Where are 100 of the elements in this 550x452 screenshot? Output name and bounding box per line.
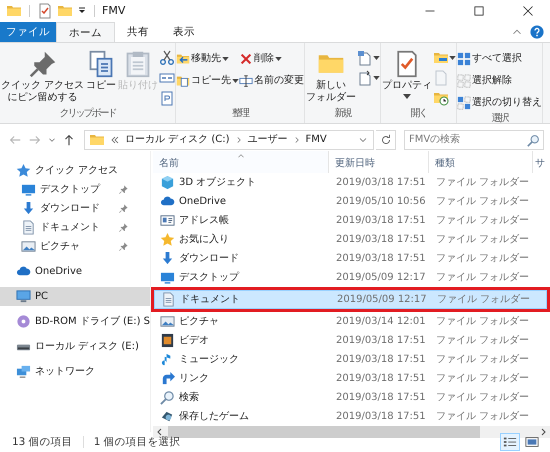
search-field[interactable]: FMVの検索 [404,130,544,150]
file-type: ファイル フォルダー [435,315,530,329]
column-header[interactable]: 名前 [153,151,329,173]
file-row[interactable]: 3D オブジェクト 2019/03/18 17:51 ファイル フォルダー [153,173,550,192]
ribbon-button[interactable]: クイック アクセス にピン留めする [0,48,86,106]
desktop-icon [160,270,175,285]
ribbon-tab[interactable]: 共有 [115,22,161,42]
file-row[interactable]: ビデオ 2019/03/18 17:51 ファイル フォルダー [153,331,550,350]
maximize-icon [472,5,484,17]
file-row[interactable]: ミュージック 2019/03/18 17:51 ファイル フォルダー [153,350,550,369]
ribbon-icon-button[interactable] [357,68,380,87]
ribbon-button[interactable]: 名前の変更 [239,70,304,91]
file-row[interactable]: ピクチャ 2019/03/14 12:01 ファイル フォルダー [153,312,550,331]
ribbon-button[interactable]: 移動先 [176,48,240,69]
group-label: 選択 [492,113,508,126]
nav-item[interactable]: ピクチャ [0,237,111,256]
copy-icon [87,50,116,78]
computer-icon [16,289,31,304]
file-row[interactable]: ダウンロード 2019/03/18 17:51 ファイル フォルダー [153,249,550,268]
modified-date: 2019/05/09 12:17 [336,293,428,307]
file-type: ファイル フォルダー [435,214,530,228]
file-name: ピクチャ [154,314,330,329]
column-header[interactable]: サ [533,151,547,173]
file-type: ファイル フォルダー [435,372,530,386]
ribbon-button[interactable]: すべて選択 [457,48,542,69]
ribbon-tab[interactable]: ホーム [56,22,115,43]
modified-date: 2019/03/14 12:01 [335,315,427,329]
file-type: ファイル フォルダー [435,252,530,266]
ribbon-button[interactable]: プロパティ [381,48,434,101]
ribbon-button[interactable]: 選択の切り替え [457,92,542,113]
download-icon [160,251,175,266]
contact-card-icon [160,213,175,228]
file-row[interactable]: OneDrive 2019/05/10 10:56 ファイル フォルダー [153,192,550,211]
dropdown-caret-icon [275,56,282,60]
nav-item[interactable]: ネットワーク [0,362,150,381]
close-icon [522,5,534,17]
ribbon-button[interactable]: 新しい フォルダー [305,48,358,106]
nav-item[interactable]: クイック アクセス [0,161,150,180]
download-icon [21,201,36,216]
column-header[interactable]: 更新日時 [329,151,429,173]
ribbon-button[interactable]: 削除 [239,48,304,69]
nav-item[interactable]: PC [0,287,150,306]
nav-item[interactable]: ローカル ディスク (E:) [0,337,150,356]
file-row[interactable]: ドキュメント 2019/05/09 12:17 ファイル フォルダー [154,290,547,309]
file-row[interactable]: デスクトップ 2019/05/09 12:17 ファイル フォルダー [153,268,550,287]
ribbon-icon-button[interactable] [159,48,176,67]
file-type: ファイル フォルダー [435,410,530,424]
address-bar[interactable]: ローカル ディスク (C:) ユーザー FMV [84,130,374,150]
file-row[interactable]: アドレス帳 2019/03/18 17:51 ファイル フォルダー [153,211,550,230]
breadcrumb[interactable]: ユーザー [248,134,288,146]
pin-icon [118,203,129,214]
ribbon-tab[interactable]: 表示 [161,22,207,42]
file-row[interactable]: お気に入り 2019/03/18 17:51 ファイル フォルダー [153,230,550,249]
folder-icon [6,3,22,19]
file-row[interactable]: 保存したゲーム 2019/03/18 17:51 ファイル フォルダー [153,407,550,426]
file-name: ダウンロード [154,251,330,266]
file-row[interactable]: リンク 2019/03/18 17:51 ファイル フォルダー [153,369,550,388]
horizontal-scrollbar[interactable] [153,426,550,438]
file-name: お気に入り [154,232,330,247]
pin-icon [118,241,129,252]
file-type: ファイル フォルダー [435,271,530,285]
window-title: FMV [102,5,126,17]
group-label: 整理 [232,108,248,121]
file-name: ミュージック [154,352,330,367]
file-menu-tab[interactable]: ファイル [0,22,56,42]
nav-item[interactable]: デスクトップ [0,180,111,199]
modified-date: 2019/03/18 17:51 [335,353,427,367]
file-type: ファイル フォルダー [435,391,530,405]
item-count: 13 個の項目 [12,436,73,448]
ribbon-icon-button[interactable] [357,48,380,67]
star-icon [160,232,175,247]
delete-icon [239,52,254,66]
picture-icon [160,314,175,329]
dropdown-caret-icon [403,94,412,99]
disc-icon [16,314,31,329]
refresh-button[interactable] [376,130,396,150]
rename-icon [239,74,254,88]
file-type: ファイル フォルダー [435,195,530,209]
modified-date: 2019/05/09 12:17 [335,271,427,285]
ribbon-button[interactable]: 選択解除 [457,70,542,91]
file-type: ファイル フォルダー [435,334,530,348]
file-row[interactable]: 検索 2019/03/18 17:51 ファイル フォルダー [153,388,550,407]
modified-date: 2019/03/18 17:51 [335,334,427,348]
file-name: ドキュメント [155,292,331,307]
game-icon [160,409,175,424]
ribbon-button[interactable]: コピー先 [176,70,240,91]
column-header[interactable]: 種類 [429,151,533,173]
nav-item[interactable]: ドキュメント [0,218,111,237]
nav-item[interactable]: OneDrive [0,262,150,281]
star-icon [16,163,31,178]
nav-item[interactable]: ダウンロード [0,199,111,218]
file-type: ファイル フォルダー [435,176,530,190]
breadcrumb[interactable]: FMV [306,134,327,146]
move-folder-icon [176,52,190,66]
picture-icon [21,239,36,254]
ribbon-button[interactable]: コピー [85,48,118,94]
nav-item[interactable]: BD-ROM ドライブ (E:) S [0,312,150,331]
view-button[interactable] [500,433,520,451]
breadcrumb[interactable]: ローカル ディスク (C:) [125,134,230,146]
modified-date: 2019/03/18 17:51 [335,233,427,247]
